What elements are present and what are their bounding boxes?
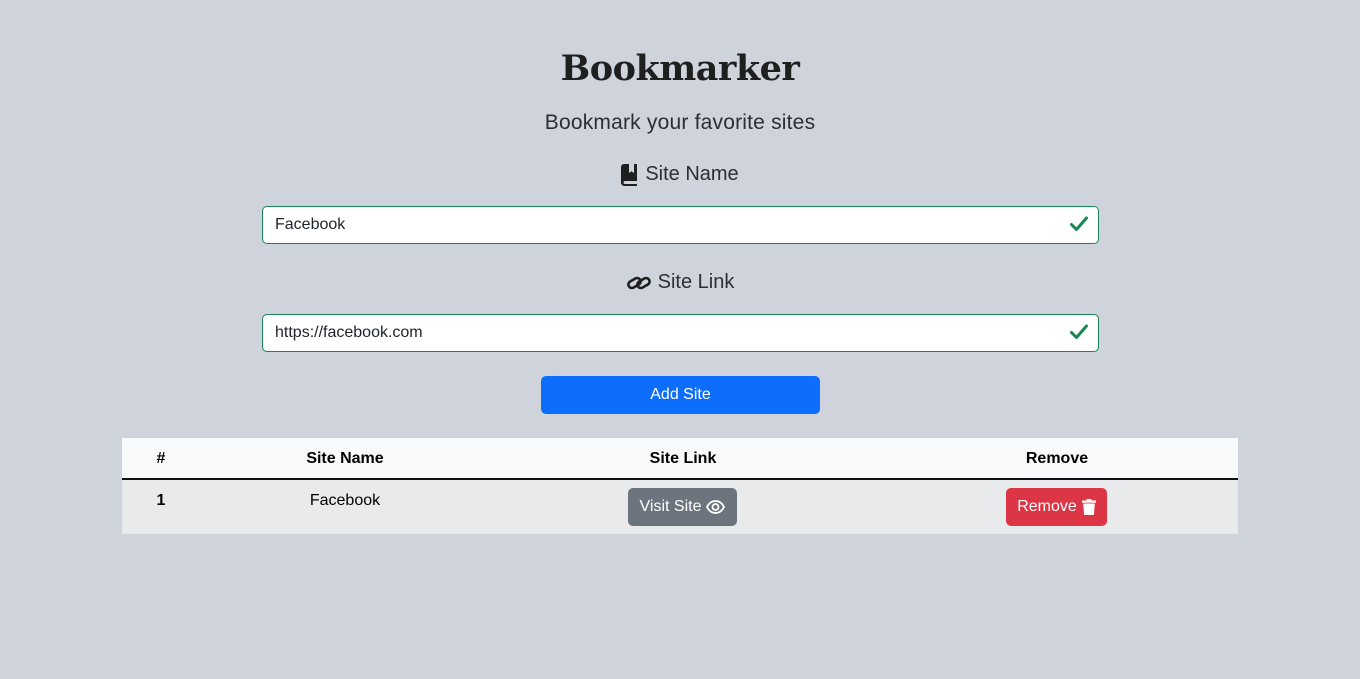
- remove-label: Remove: [1017, 498, 1077, 515]
- eye-icon: [706, 500, 726, 514]
- site-name-label: Site Name: [0, 163, 1360, 186]
- header-site-link: Site Link: [649, 450, 717, 467]
- header-remove: Remove: [1025, 450, 1089, 467]
- row-index: 1: [156, 492, 166, 509]
- site-link-field-wrapper: [262, 314, 1099, 352]
- site-name-field-wrapper: [262, 206, 1099, 244]
- trash-icon: [1081, 499, 1096, 515]
- visit-site-label: Visit Site: [639, 498, 702, 515]
- site-link-label: Site Link: [0, 271, 1360, 294]
- visit-site-button[interactable]: Visit Site: [628, 488, 737, 526]
- header-site-name: Site Name: [306, 450, 384, 467]
- remove-button[interactable]: Remove: [1006, 488, 1107, 526]
- table-row: 1 Facebook Visit Site Remove: [122, 480, 1238, 535]
- site-name-label-text: Site Name: [645, 163, 739, 185]
- table-header: # Site Name Site Link Remove: [122, 438, 1238, 480]
- app-title: Bookmarker: [560, 48, 800, 89]
- book-icon: [621, 163, 639, 186]
- check-icon: [1070, 216, 1088, 232]
- bookmarks-table: # Site Name Site Link Remove 1 Facebook …: [122, 438, 1238, 535]
- row-site-name: Facebook: [309, 492, 381, 509]
- app-subtitle: Bookmark your favorite sites: [544, 111, 816, 134]
- link-icon: [626, 273, 652, 293]
- check-icon: [1070, 324, 1088, 340]
- add-site-button[interactable]: Add Site: [541, 376, 820, 414]
- site-name-input[interactable]: [263, 207, 1043, 243]
- site-link-input[interactable]: [263, 315, 1043, 351]
- site-link-label-text: Site Link: [657, 271, 735, 293]
- header-index: #: [156, 450, 166, 467]
